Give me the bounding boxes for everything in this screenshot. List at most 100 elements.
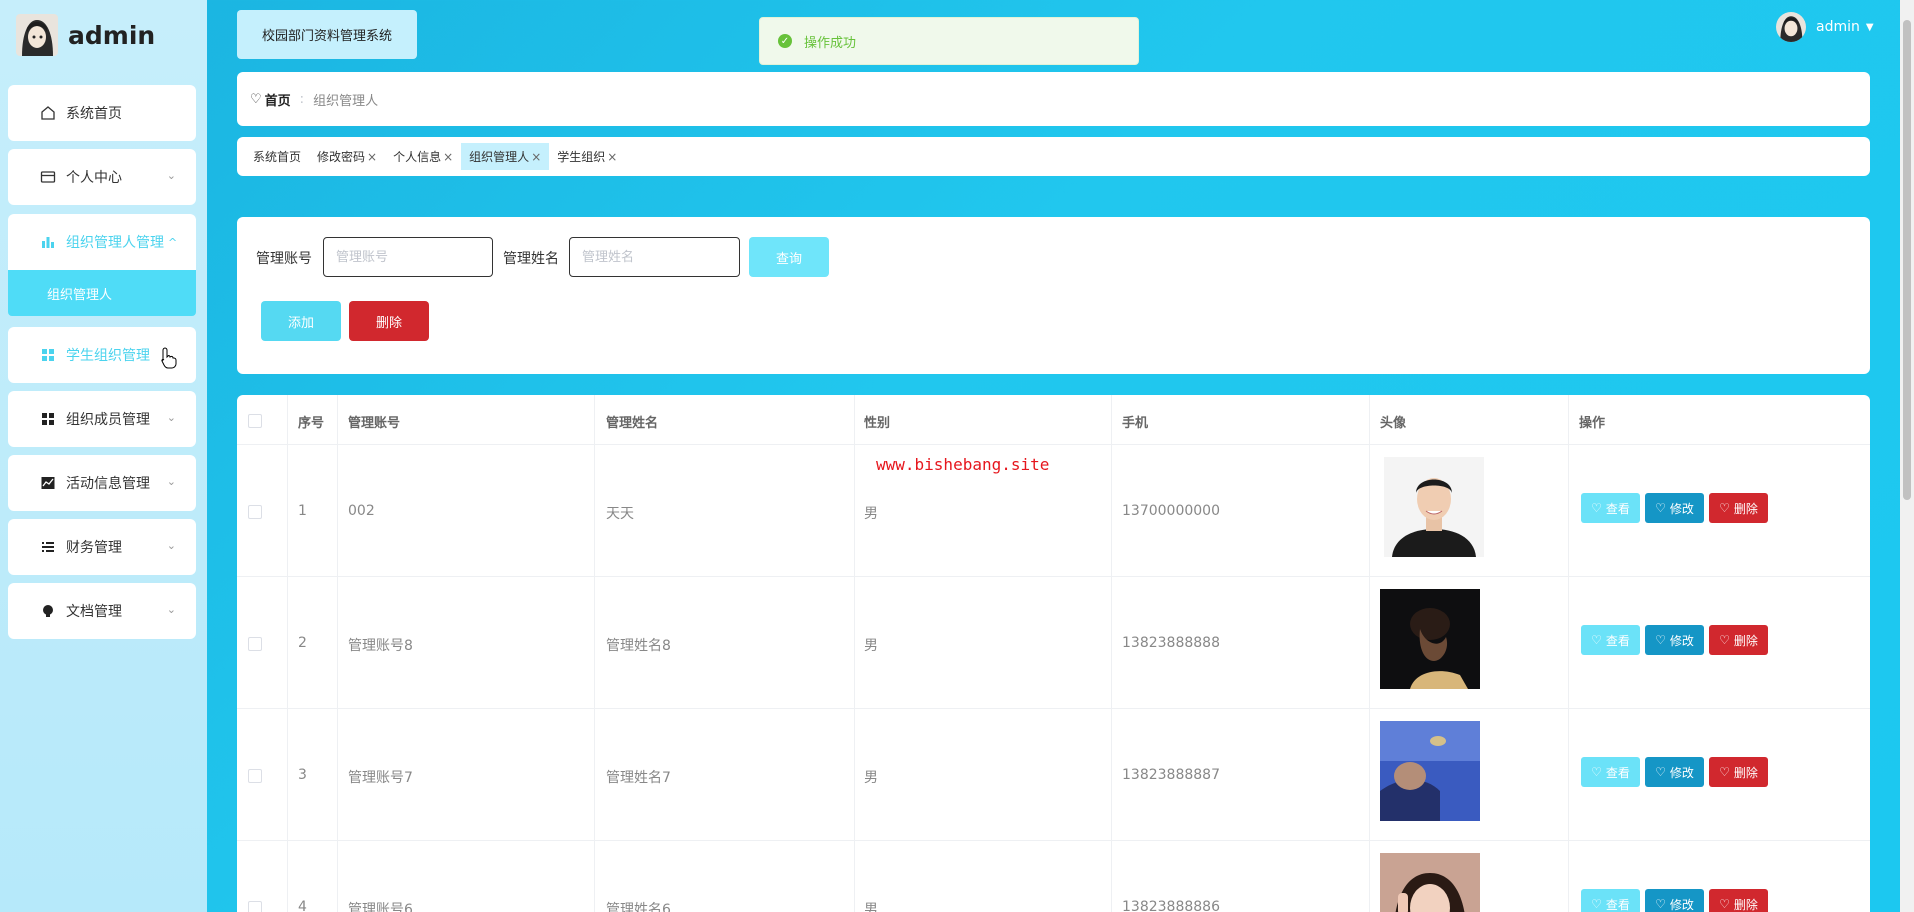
breadcrumb-current: 组织管理人 [313,93,379,109]
cell-account: 管理账号8 [348,638,413,654]
delete-row-button[interactable]: ♡ 删除 [1709,889,1768,912]
system-title: 校园部门资料管理系统 [237,10,417,59]
cell-name: 天天 [606,506,634,522]
view-label: 查看 [1605,897,1630,912]
sidebar-item-documents[interactable]: 文档管理 ⌄ [8,583,196,639]
sidebar-item-label: 系统首页 [66,106,122,122]
close-icon[interactable]: × [531,150,541,164]
cell-phone: 13700000000 [1122,503,1220,519]
scrollbar-thumb[interactable] [1903,20,1911,500]
edit-button[interactable]: ♡ 修改 [1645,889,1704,912]
tab-manager[interactable]: 组织管理人 × [461,143,550,170]
avatar-photo [1380,589,1480,689]
row-checkbox[interactable] [248,637,262,651]
sidebar-item-label: 活动信息管理 [66,476,150,492]
cell-account: 002 [348,503,375,519]
tab-student-org[interactable]: 学生组织 × [549,143,625,170]
heart-icon: ♡ [1655,897,1666,911]
watermark-text: www.bishebang.site [876,455,1050,474]
sidebar-item-manager-admin[interactable]: 组织管理人管理 ^ [8,214,196,270]
tab-personal-info[interactable]: 个人信息 × [385,143,461,170]
list-icon [38,539,58,555]
view-label: 查看 [1605,501,1630,516]
heart-icon: ♡ [1591,765,1602,779]
row-checkbox[interactable] [248,505,262,519]
delete-button[interactable]: 删除 [349,301,429,341]
brand-username: admin [68,20,156,50]
tabs-bar: 系统首页 修改密码 × 个人信息 × 组织管理人 × 学生组织 × [237,137,1870,176]
close-icon[interactable]: × [367,150,377,164]
edit-button[interactable]: ♡ 修改 [1645,757,1704,787]
user-menu[interactable]: admin ▼ [1776,12,1874,42]
edit-button[interactable]: ♡ 修改 [1645,493,1704,523]
add-button[interactable]: 添加 [261,301,341,341]
edit-label: 修改 [1669,765,1694,780]
tab-change-password[interactable]: 修改密码 × [309,143,385,170]
column-header: 性别 [864,416,891,431]
row-checkbox[interactable] [248,769,262,783]
cell-name: 管理姓名7 [606,770,671,786]
close-icon[interactable]: × [443,150,453,164]
delete-row-button[interactable]: ♡ 删除 [1709,493,1768,523]
edit-label: 修改 [1669,897,1694,912]
line-chart-icon [38,475,58,491]
submenu-item-manager[interactable]: 组织管理人 [8,270,196,316]
breadcrumb-home[interactable]: 首页 [265,90,291,109]
avatar-photo [1380,721,1480,821]
tab-label: 组织管理人 [469,150,530,164]
view-label: 查看 [1605,633,1630,648]
sidebar-item-org-members[interactable]: 组织成员管理 ⌄ [8,391,196,447]
sidebar-item-activity[interactable]: 活动信息管理 ⌄ [8,455,196,511]
cell-phone: 13823888887 [1122,767,1220,783]
name-label: 管理姓名 [503,251,559,267]
heart-icon: ♡ [1655,501,1666,515]
query-button[interactable]: 查询 [749,237,829,277]
column-header: 操作 [1579,416,1606,431]
view-button[interactable]: ♡ 查看 [1581,889,1640,912]
sidebar: admin 系统首页 个人中心 ⌄ 组织管理人管理 ^ 组织管理人 学生组织管理… [0,0,207,912]
sidebar-item-finance[interactable]: 财务管理 ⌄ [8,519,196,575]
card-icon [38,169,58,185]
delete-label: 删除 [1733,633,1758,648]
name-search-input[interactable] [569,237,740,277]
cell-index: 1 [298,503,307,519]
close-icon[interactable]: × [607,150,617,164]
tab-home[interactable]: 系统首页 [245,143,309,170]
cell-index: 3 [298,767,307,783]
heart-icon: ♡ [1591,897,1602,911]
success-toast: ✓ 操作成功 [759,17,1139,65]
account-search-input[interactable] [323,237,493,277]
data-table: 序号 管理账号 管理姓名 性别 手机 头像 操作 1 002 天天 男 1370… [237,395,1870,912]
page-scrollbar[interactable] [1900,0,1914,912]
delete-row-button[interactable]: ♡ 删除 [1709,757,1768,787]
sidebar-item-home[interactable]: 系统首页 [8,85,196,141]
tab-label: 修改密码 [317,150,366,164]
sidebar-item-label: 财务管理 [66,540,122,556]
delete-row-button[interactable]: ♡ 删除 [1709,625,1768,655]
sidebar-item-label: 组织管理人管理 [66,235,164,251]
cell-name: 管理姓名8 [606,638,671,654]
tab-label: 系统首页 [253,150,302,164]
view-label: 查看 [1605,765,1630,780]
view-button[interactable]: ♡ 查看 [1581,625,1640,655]
view-button[interactable]: ♡ 查看 [1581,493,1640,523]
cell-gender: 男 [864,902,878,912]
column-header: 头像 [1380,416,1407,431]
select-all-checkbox[interactable] [248,414,262,428]
cell-index: 4 [298,899,307,912]
row-checkbox[interactable] [248,901,262,912]
check-circle-icon: ✓ [778,34,792,48]
delete-label: 删除 [1733,897,1758,912]
bulb-icon [38,603,58,619]
mouse-cursor-icon [160,347,178,373]
user-name: admin [1816,19,1860,35]
sidebar-item-personal-center[interactable]: 个人中心 ⌄ [8,149,196,205]
edit-button[interactable]: ♡ 修改 [1645,625,1704,655]
toast-text: 操作成功 [804,35,857,51]
sidebar-item-label: 学生组织管理 [66,348,150,364]
account-label: 管理账号 [256,251,312,267]
grid-icon [38,347,58,363]
bar-chart-icon [38,234,58,250]
view-button[interactable]: ♡ 查看 [1581,757,1640,787]
heart-icon: ♡ [1591,633,1602,647]
